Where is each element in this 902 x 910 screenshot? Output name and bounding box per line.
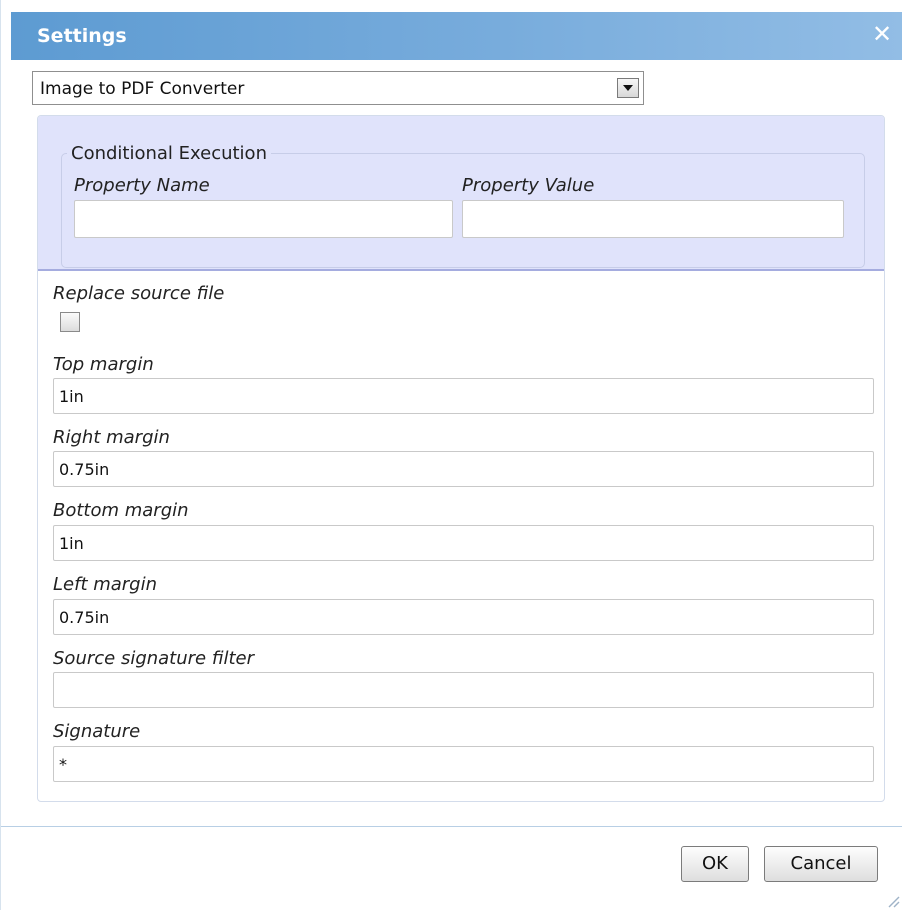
replace-source-label: Replace source file [53, 283, 225, 304]
ok-button[interactable]: OK [681, 846, 749, 882]
left-margin-input[interactable] [53, 599, 874, 635]
bottom-margin-input[interactable] [53, 525, 874, 561]
cancel-button[interactable]: Cancel [764, 846, 878, 882]
chevron-down-icon[interactable] [617, 78, 639, 98]
conditional-execution-legend: Conditional Execution [67, 143, 271, 165]
dialog-title: Settings [37, 25, 127, 47]
bottom-margin-label: Bottom margin [53, 500, 189, 521]
right-margin-label: Right margin [53, 427, 170, 448]
dialog-titlebar[interactable]: Settings ✕ [11, 12, 902, 60]
left-margin-label: Left margin [53, 574, 158, 595]
source-signature-filter-input[interactable] [53, 672, 874, 708]
top-margin-input[interactable] [53, 378, 874, 414]
property-name-label: Property Name [74, 175, 210, 196]
close-icon[interactable]: ✕ [871, 21, 893, 47]
top-margin-label: Top margin [53, 354, 154, 375]
replace-source-checkbox[interactable] [60, 312, 80, 332]
property-value-input[interactable] [462, 200, 844, 238]
property-name-input[interactable] [74, 200, 453, 238]
signature-input[interactable] [53, 746, 874, 782]
conditional-execution-section: Conditional Execution Property Name Prop… [38, 116, 884, 271]
module-select[interactable]: Image to PDF Converter [32, 71, 644, 105]
footer-divider [1, 826, 902, 827]
resize-grip-icon[interactable] [886, 894, 900, 908]
settings-dialog: Settings ✕ Image to PDF Converter Condit… [0, 0, 902, 910]
source-signature-filter-label: Source signature filter [53, 648, 255, 669]
right-margin-input[interactable] [53, 451, 874, 487]
settings-panel: Conditional Execution Property Name Prop… [37, 115, 885, 802]
signature-label: Signature [53, 721, 141, 742]
property-value-label: Property Value [462, 175, 595, 196]
module-select-value: Image to PDF Converter [40, 79, 245, 99]
